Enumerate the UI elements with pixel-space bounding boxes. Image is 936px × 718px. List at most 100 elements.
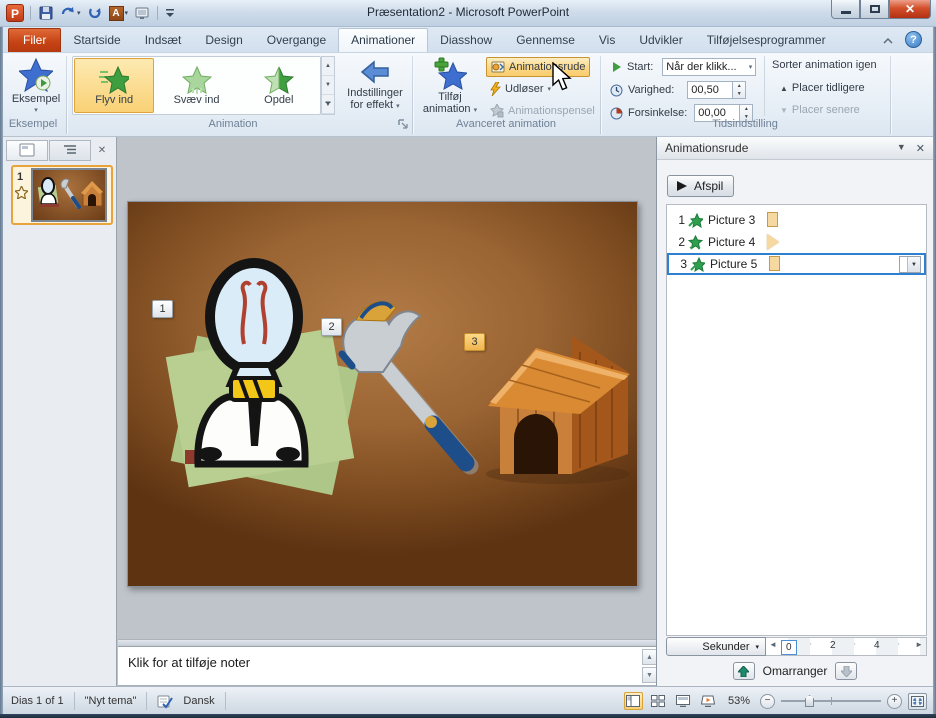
- notes-placeholder[interactable]: Klik for at tilføje noter: [128, 655, 250, 670]
- minimize-button[interactable]: [831, 0, 860, 19]
- tab-gennemse[interactable]: Gennemse: [504, 29, 587, 52]
- status-bar: Dias 1 of 1 "Nyt tema" Dansk 53% −: [3, 686, 933, 714]
- tab-diasshow[interactable]: Diasshow: [428, 29, 504, 52]
- animation-pane-header: Animationsrude ▼ ✕: [657, 137, 933, 160]
- play-label: Afspil: [694, 179, 723, 193]
- timeline-scroll-left-icon[interactable]: ◄: [769, 640, 777, 649]
- zoom-out-button[interactable]: −: [760, 694, 775, 709]
- animation-dialog-launcher[interactable]: [398, 119, 409, 132]
- scroll-down-button[interactable]: ▼: [642, 667, 657, 683]
- tab-overgange[interactable]: Overgange: [255, 29, 338, 52]
- theme-name[interactable]: "Nyt tema": [85, 695, 137, 707]
- gallery-item-svaev-ind[interactable]: Svæv ind: [156, 58, 236, 113]
- tab-vis[interactable]: Vis: [587, 29, 627, 52]
- animation-item-picture3[interactable]: 1 Picture 3: [667, 209, 926, 231]
- gallery-scroll-down[interactable]: ▼: [322, 76, 334, 95]
- slideshow-view-button[interactable]: [699, 692, 718, 710]
- slide-canvas[interactable]: 1 2 3: [127, 201, 638, 587]
- pane-close-icon[interactable]: ✕: [916, 142, 925, 155]
- timeline-scroll-right-icon[interactable]: ►: [915, 640, 923, 649]
- timeline-scale[interactable]: ◄ 0 ' 2 ' 4 ' ►: [766, 637, 927, 656]
- gallery-scroll-up[interactable]: ▲: [322, 57, 334, 76]
- move-earlier-button[interactable]: ▲ Placer tidligere: [776, 78, 869, 98]
- animation-item-picture5[interactable]: 3 Picture 5 ▼: [667, 253, 926, 275]
- tab-design[interactable]: Design: [193, 29, 254, 52]
- dropdown-icon: ▾: [396, 103, 400, 110]
- reading-view-button[interactable]: [674, 692, 693, 710]
- dropdown-icon: ▼: [911, 262, 917, 268]
- tab-animationer[interactable]: Animationer: [338, 28, 428, 52]
- minimize-ribbon-button[interactable]: [880, 33, 896, 47]
- pane-menu-dropdown-icon[interactable]: ▼: [897, 142, 906, 155]
- animation-list: 1 Picture 3 2 Picture 4 3 Picture 5 ▼: [666, 204, 927, 636]
- fit-to-window-button[interactable]: [908, 693, 927, 710]
- move-later-button: ▼ Placer senere: [776, 100, 864, 120]
- animation-item-number: 2: [673, 235, 685, 249]
- tab-tilfoejelsesprogrammer[interactable]: Tilføjelsesprogrammer: [695, 29, 838, 52]
- play-button[interactable]: Afspil: [667, 175, 734, 197]
- slide-thumbnail-image[interactable]: [31, 168, 107, 222]
- animation-painter-icon: [490, 104, 504, 118]
- reorder-up-button[interactable]: [733, 662, 755, 680]
- tab-udvikler[interactable]: Udvikler: [627, 29, 694, 52]
- gallery-item-opdel[interactable]: Opdel: [239, 58, 319, 113]
- delay-up[interactable]: ▲: [740, 105, 752, 113]
- item-options-dropdown[interactable]: ▼: [899, 256, 921, 273]
- animation-number-badge-1[interactable]: 1: [152, 300, 173, 318]
- notes-pane[interactable]: Klik for at tilføje noter ▲ ▼: [118, 647, 659, 686]
- animation-pane-button[interactable]: Animationsrude: [486, 57, 590, 77]
- normal-view-button[interactable]: [624, 692, 643, 710]
- animation-item-picture4[interactable]: 2 Picture 4: [667, 231, 926, 253]
- close-icon: ✕: [98, 145, 106, 156]
- duration-spinner[interactable]: 00,50 ▲▼: [687, 81, 746, 99]
- thumbnail-clipart: [33, 170, 105, 220]
- timeline-bar[interactable]: [769, 256, 780, 271]
- dropdown-icon: ▾: [34, 105, 38, 117]
- effect-options-button[interactable]: Indstillinger for effekt ▾: [341, 57, 409, 113]
- gallery-more-button[interactable]: ▬▼: [322, 95, 334, 114]
- animation-number-badge-2[interactable]: 2: [321, 318, 342, 336]
- tab-startside[interactable]: Startside: [61, 29, 132, 52]
- gallery-item-flyv-ind[interactable]: Flyv ind: [74, 58, 154, 113]
- preview-button[interactable]: Eksempel ▾: [10, 57, 62, 117]
- duration-up[interactable]: ▲: [733, 82, 745, 90]
- add-animation-button[interactable]: Tilføj animation ▾: [419, 57, 481, 117]
- workspace: ✕ 1: [3, 137, 933, 686]
- timeline-tick-2: 2: [830, 640, 836, 651]
- zoom-slider-track[interactable]: [781, 700, 881, 702]
- tab-indsaet[interactable]: Indsæt: [133, 29, 194, 52]
- duration-down[interactable]: ▼: [733, 90, 745, 98]
- gallery-item-label: Opdel: [264, 94, 293, 106]
- help-button[interactable]: ?: [905, 31, 922, 48]
- animation-indicator-icon[interactable]: [15, 186, 28, 204]
- divider: [146, 692, 147, 710]
- slide-sorter-view-button[interactable]: [649, 692, 668, 710]
- dropdown-icon: ▾: [474, 107, 478, 114]
- seconds-dropdown[interactable]: Sekunder ▾: [666, 637, 766, 656]
- scroll-up-button[interactable]: ▲: [642, 649, 657, 665]
- animation-item-number: 1: [673, 213, 685, 227]
- close-button[interactable]: ✕: [889, 0, 931, 19]
- timeline-bar[interactable]: [767, 212, 778, 227]
- start-combobox[interactable]: Når der klikk... ▾: [662, 58, 756, 76]
- dropdown-icon: ▾: [755, 643, 759, 651]
- maximize-button[interactable]: [860, 0, 889, 19]
- animation-number-badge-3[interactable]: 3: [464, 333, 485, 351]
- tab-slides[interactable]: [6, 140, 48, 161]
- tab-filer[interactable]: Filer: [8, 28, 61, 52]
- dropdown-icon: ▾: [548, 85, 552, 93]
- maximize-icon: [870, 5, 880, 13]
- zoom-slider-thumb[interactable]: [805, 695, 814, 707]
- close-icon: ✕: [905, 2, 915, 16]
- close-slides-panel-button[interactable]: ✕: [92, 140, 112, 161]
- spellcheck-icon[interactable]: [157, 694, 173, 709]
- language-indicator[interactable]: Dansk: [183, 695, 214, 707]
- timeline-triangle[interactable]: [767, 234, 779, 250]
- tab-outline[interactable]: [49, 140, 91, 161]
- notes-splitter[interactable]: [118, 639, 659, 647]
- play-icon: [676, 180, 688, 192]
- zoom-percentage[interactable]: 53%: [728, 695, 750, 707]
- trigger-button[interactable]: Udløser ▾: [486, 79, 555, 99]
- zoom-in-button[interactable]: +: [887, 694, 902, 709]
- slide-counter[interactable]: Dias 1 of 1: [11, 695, 64, 707]
